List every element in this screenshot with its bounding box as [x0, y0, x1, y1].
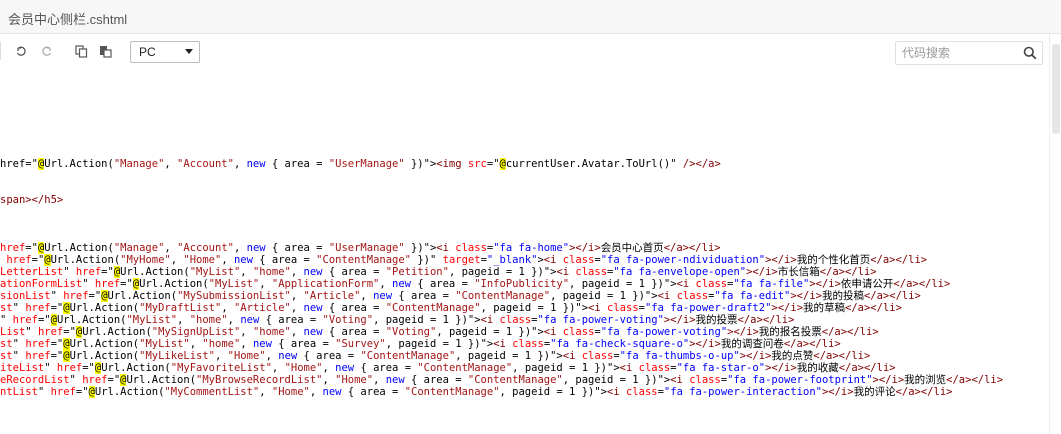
code-line[interactable]: List" href="@Url.Action("MySignUpList", …	[0, 326, 879, 338]
vertical-scrollbar[interactable]	[1049, 34, 1061, 434]
code-editor[interactable]: href="@Url.Action("Manage", "Account", n…	[0, 72, 1049, 434]
redo-icon[interactable]	[38, 42, 56, 60]
title-bar: 会员中心侧栏.cshtml	[0, 0, 1061, 34]
code-line[interactable]: st" href="@Url.Action("MyLikeList", "Hom…	[0, 350, 870, 362]
search-icon[interactable]	[1023, 46, 1037, 65]
copy-icon[interactable]	[72, 42, 90, 60]
code-search-input[interactable]	[902, 45, 1012, 61]
code-line[interactable]: st" href="@Url.Action("MyList", "home", …	[0, 338, 841, 350]
code-line[interactable]: href="@Url.Action("Manage", "Account", n…	[0, 242, 721, 254]
code-line[interactable]: iteList" href="@Url.Action("MyFavoriteLi…	[0, 362, 896, 374]
code-line[interactable]: sionList" href="@Url.Action("MySubmissio…	[0, 290, 921, 302]
editor-toolbar: PC	[0, 34, 1061, 72]
code-line[interactable]: eRecordList" href="@Url.Action("MyBrowse…	[0, 374, 1003, 386]
code-line[interactable]: href="@Url.Action("MyHome", "Home", new …	[0, 254, 927, 266]
code-line[interactable]: st" href="@Url.Action("MyDraftList", "Ar…	[0, 302, 902, 314]
paste-icon[interactable]	[96, 42, 114, 60]
device-select-value: PC	[139, 45, 156, 59]
undo-icon[interactable]	[12, 42, 30, 60]
device-select[interactable]: PC	[130, 41, 200, 63]
code-line[interactable]: href="@Url.Action("Manage", "Account", n…	[0, 158, 721, 170]
code-line[interactable]: " href="@Url.Action("MyList", "home", ne…	[0, 314, 794, 326]
code-line[interactable]: ationFormList" href="@Url.Action("MyList…	[0, 278, 950, 290]
toolbar-divider	[0, 42, 1, 60]
scrollbar-thumb[interactable]	[1052, 44, 1060, 134]
code-line[interactable]: ntList" href="@Url.Action("MyCommentList…	[0, 386, 952, 398]
chevron-down-icon	[185, 49, 193, 54]
file-title: 会员中心侧栏.cshtml	[8, 12, 128, 27]
code-line[interactable]: LetterList" href="@Url.Action("MyList", …	[0, 266, 877, 278]
code-search-box[interactable]	[895, 41, 1043, 65]
code-line[interactable]: span></h5>	[0, 194, 63, 206]
